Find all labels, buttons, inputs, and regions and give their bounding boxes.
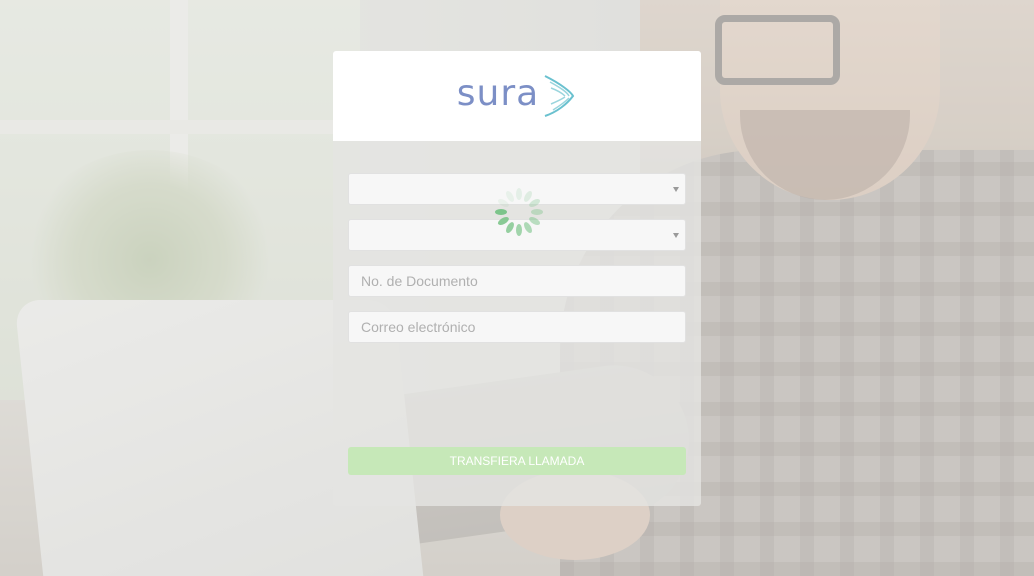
email-input[interactable]: Correo electrónico: [348, 311, 686, 343]
transfer-call-button[interactable]: TRANSFIERA LLAMADA: [348, 447, 686, 475]
loading-spinner-icon: [495, 188, 543, 236]
sura-logo: sura: [457, 74, 577, 118]
document-number-placeholder: No. de Documento: [361, 273, 478, 289]
email-placeholder: Correo electrónico: [361, 319, 476, 335]
document-number-input[interactable]: No. de Documento: [348, 265, 686, 297]
bird-wing-icon: [544, 75, 575, 117]
login-card: sura No. de Documento Correo electrónico…: [333, 51, 701, 506]
logo-text: sura: [456, 73, 540, 114]
card-header: sura: [333, 51, 701, 141]
transfer-form: No. de Documento Correo electrónico TRAN…: [333, 141, 701, 475]
